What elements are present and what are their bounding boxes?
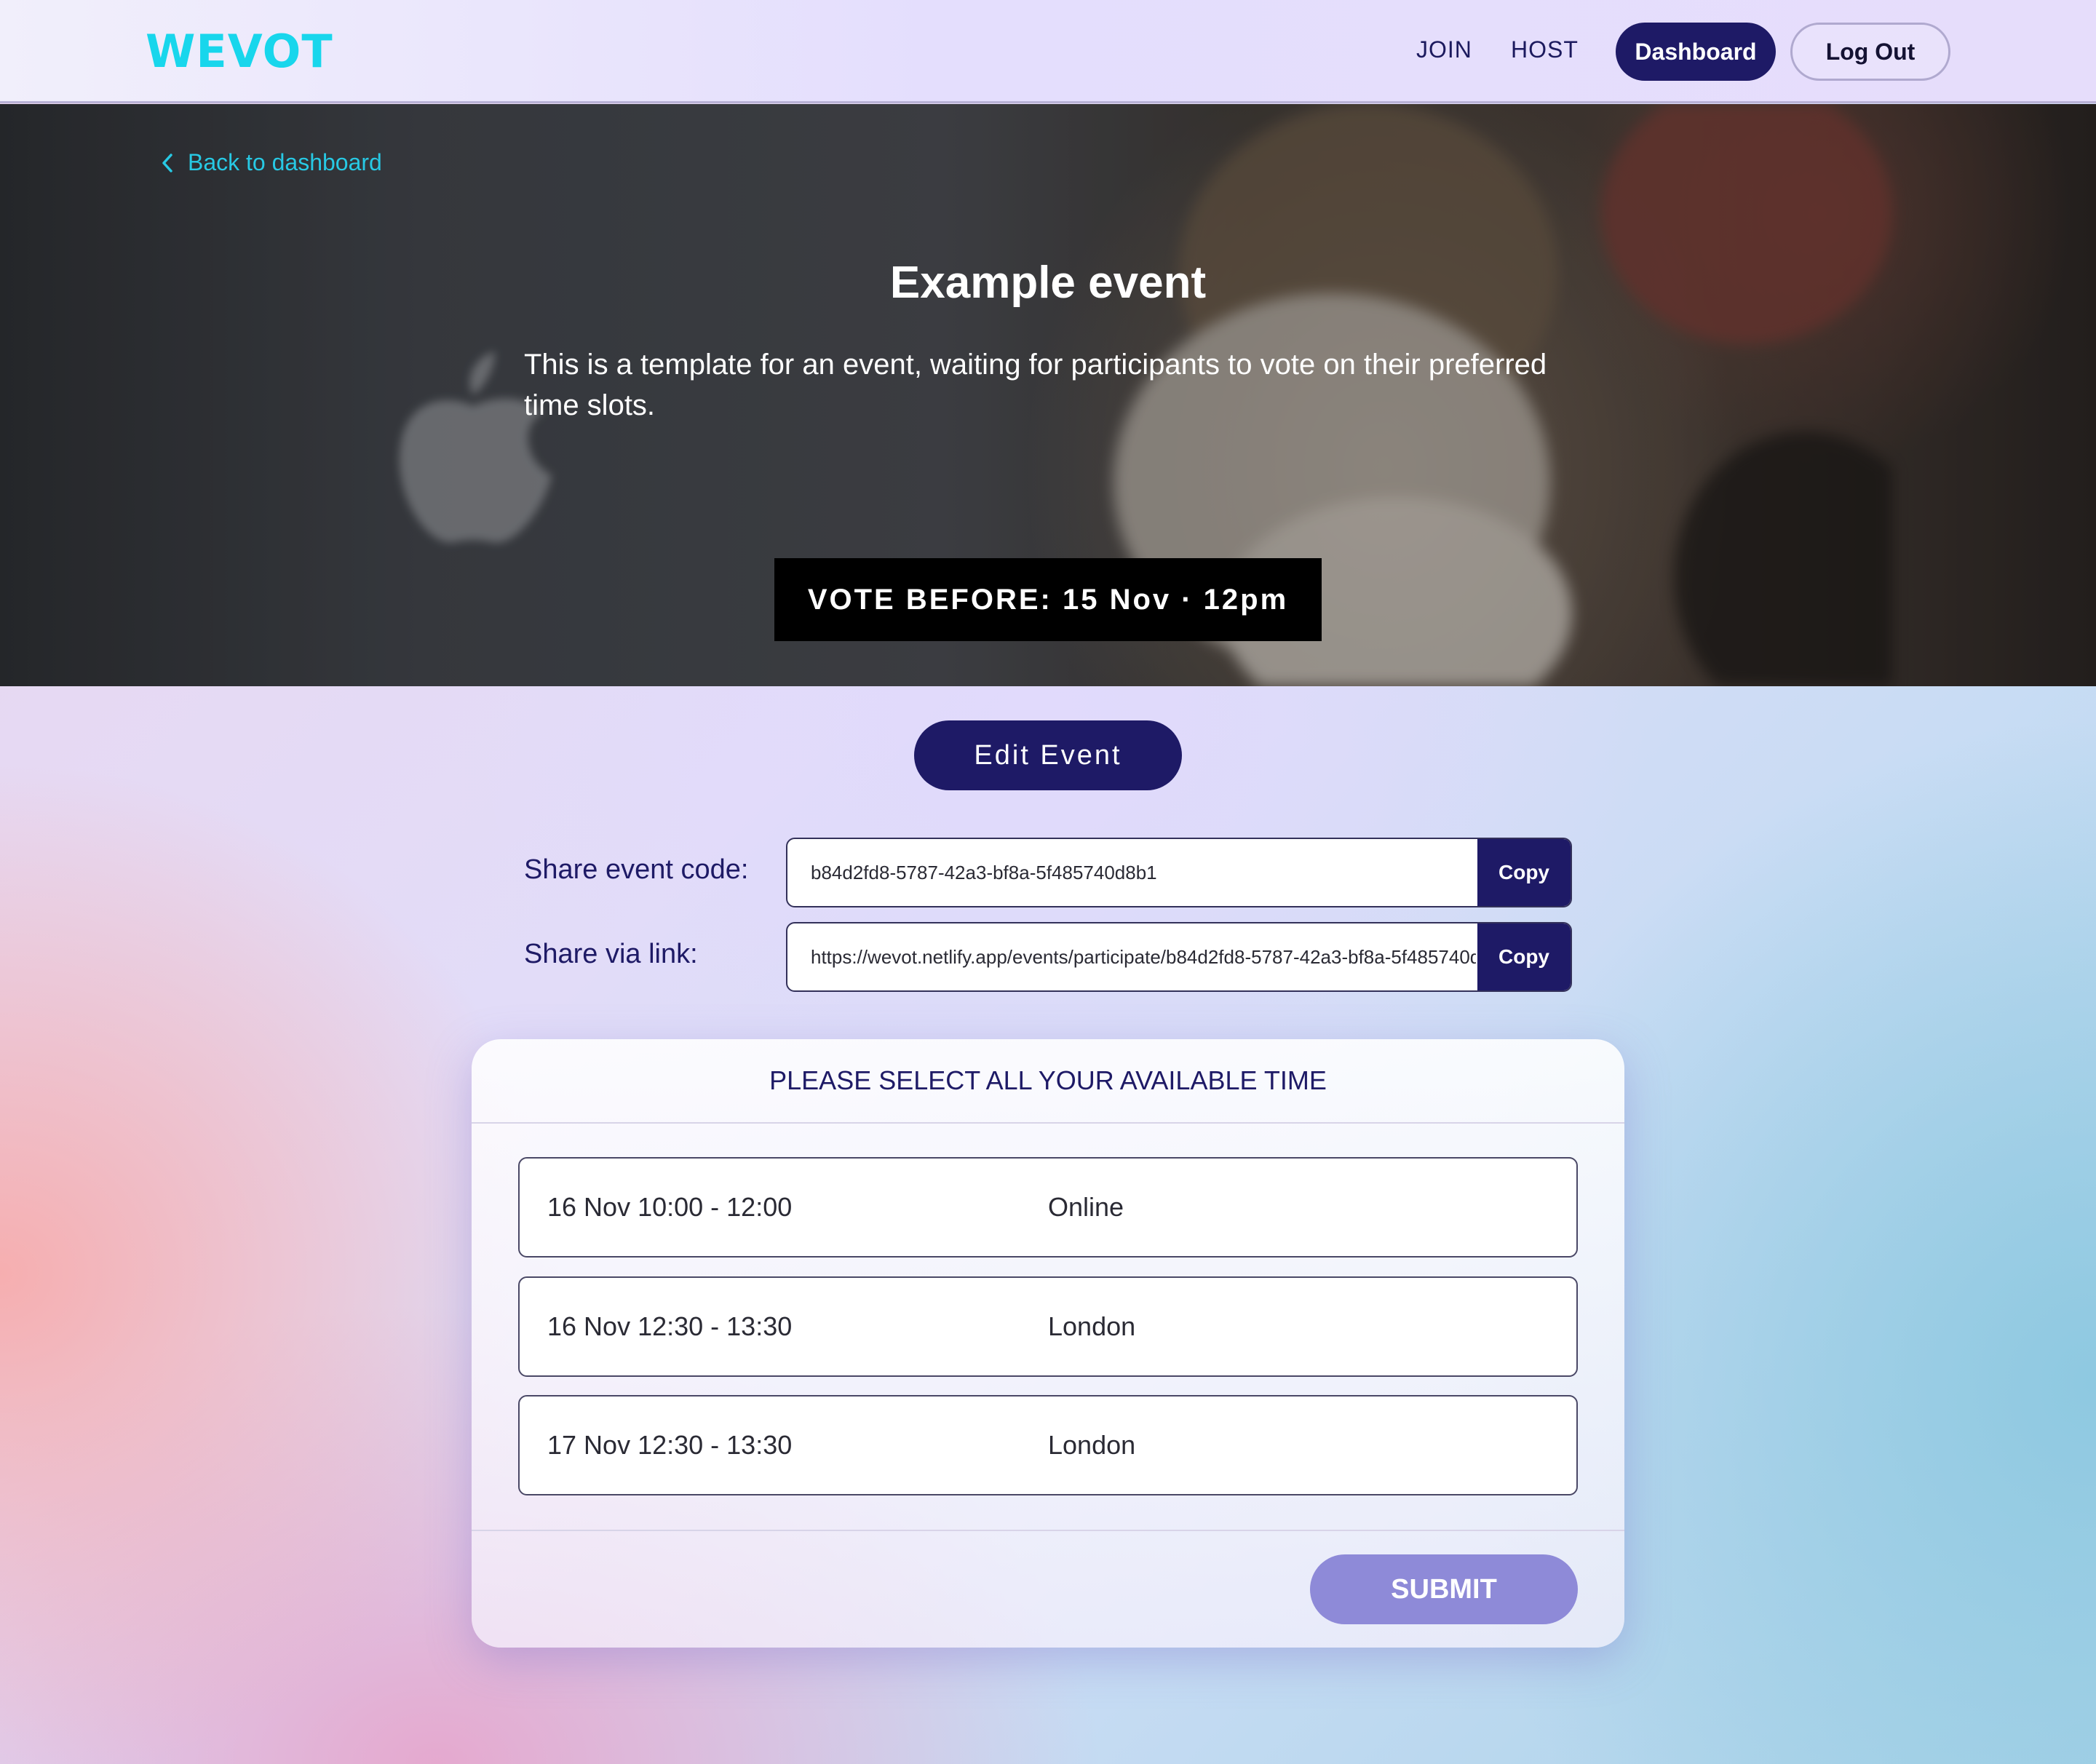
slot-location: London (1048, 1311, 1136, 1341)
share-code-label: Share event code: (524, 854, 749, 885)
share-link-field[interactable]: https://wevot.netlify.app/events/partici… (786, 922, 1572, 992)
back-link-label: Back to dashboard (188, 149, 382, 175)
slot-time: 16 Nov 12:30 - 13:30 (547, 1311, 793, 1341)
copy-code-button[interactable]: Copy (1477, 839, 1571, 906)
time-slot-selection-card: PLEASE SELECT ALL YOUR AVAILABLE TIME 16… (472, 1039, 1624, 1648)
share-link-value[interactable]: https://wevot.netlify.app/events/partici… (811, 923, 1476, 990)
time-slot-option[interactable]: 16 Nov 10:00 - 12:00 Online (518, 1157, 1578, 1258)
copy-link-button[interactable]: Copy (1477, 923, 1571, 990)
time-slot-option[interactable]: 16 Nov 12:30 - 13:30 London (518, 1276, 1578, 1377)
share-code-field[interactable]: b84d2fd8-5787-42a3-bf8a-5f485740d8b1 Cop… (786, 838, 1572, 907)
share-code-value[interactable]: b84d2fd8-5787-42a3-bf8a-5f485740d8b1 (811, 839, 1476, 906)
top-navbar: WEVOT JOIN HOST Dashboard Log Out (0, 0, 2096, 103)
card-divider (472, 1530, 1624, 1531)
back-to-dashboard-link[interactable]: Back to dashboard (160, 149, 382, 176)
event-title: Example event (889, 258, 1207, 308)
slot-time: 17 Nov 12:30 - 13:30 (547, 1430, 793, 1460)
nav-join-link[interactable]: JOIN (1416, 36, 1472, 63)
edit-event-button[interactable]: Edit Event (914, 720, 1182, 790)
slot-time: 16 Nov 10:00 - 12:00 (547, 1192, 793, 1222)
event-description: This is a template for an event, waiting… (524, 349, 1547, 421)
wevot-logo[interactable]: WEVOT (146, 25, 333, 78)
submit-button[interactable]: SUBMIT (1310, 1554, 1578, 1624)
chevron-left-icon (162, 153, 172, 172)
card-heading: PLEASE SELECT ALL YOUR AVAILABLE TIME (472, 1039, 1624, 1124)
share-link-label: Share via link: (524, 939, 698, 969)
vote-deadline-badge: VOTE BEFORE: 15 Nov · 12pm (774, 558, 1322, 641)
event-hero-banner: Back to dashboard Example event This is … (0, 104, 2096, 686)
dashboard-button[interactable]: Dashboard (1616, 23, 1776, 81)
time-slot-option[interactable]: 17 Nov 12:30 - 13:30 London (518, 1395, 1578, 1495)
nav-host-link[interactable]: HOST (1511, 36, 1579, 63)
slot-location: London (1048, 1430, 1136, 1460)
logout-button[interactable]: Log Out (1790, 23, 1950, 81)
slot-location: Online (1048, 1192, 1124, 1222)
